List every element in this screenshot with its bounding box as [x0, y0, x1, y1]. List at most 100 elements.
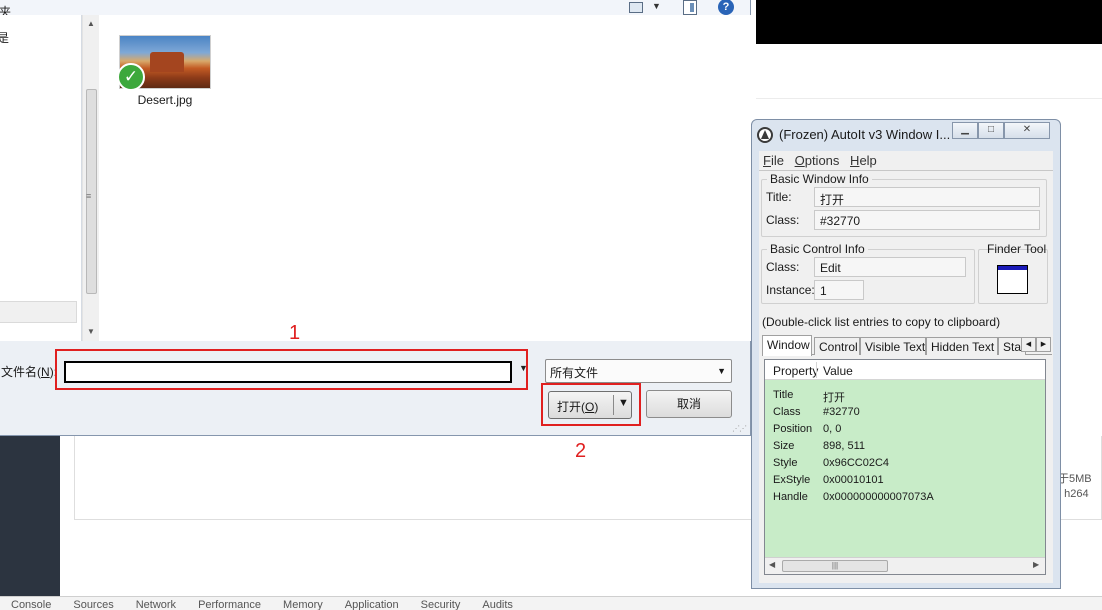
menu-help[interactable]: Help [846, 151, 880, 168]
background-hint-text: 于5MB [1058, 473, 1092, 485]
list-item[interactable]: Title 打开 [765, 389, 1045, 406]
property-list-hscrollbar[interactable]: ◀ ||| ▶ [765, 557, 1045, 574]
window-title-label: Title: [766, 190, 792, 204]
checkmark-icon: ✓ [117, 63, 145, 91]
tab-control[interactable]: Control [814, 337, 860, 355]
menu-options-label: ptions [804, 153, 840, 168]
property-list-header: Property Value [765, 360, 1045, 380]
file-name: Desert.jpg [137, 93, 193, 107]
background-hint-text: : h264 [1058, 488, 1089, 500]
preview-pane-icon[interactable] [683, 0, 697, 15]
thumbnail-rock-shape [150, 52, 184, 72]
list-item[interactable]: Size 898, 511 [765, 440, 1045, 457]
list-item[interactable]: Style 0x96CC02C4 [765, 457, 1045, 474]
menu-help-label: elp [859, 153, 877, 168]
close-icon[interactable]: ✕ [1004, 122, 1050, 139]
file-type-value: 所有文件 [550, 366, 599, 380]
file-item[interactable]: ✓ Desert.jpg [117, 35, 213, 117]
autoit-window: (Frozen) AutoIt v3 Window I... ▁ □ ✕ Fil… [751, 119, 1061, 589]
menu-options-hotkey: O [794, 153, 805, 168]
instance-label: Instance: [766, 283, 815, 297]
list-item[interactable]: ExStyle 0x00010101 [765, 474, 1045, 491]
annotation-box-filename [55, 349, 528, 390]
cancel-button[interactable]: 取消 [646, 390, 732, 418]
devtools-tab[interactable]: Memory [272, 597, 334, 610]
devtools-tab[interactable]: Performance [187, 597, 272, 610]
property-name: Class [773, 406, 801, 418]
instance-field[interactable]: 1 [814, 280, 864, 300]
menu-file-hotkey: F [763, 153, 771, 168]
window-class-field[interactable]: #32770 [814, 210, 1040, 230]
finder-tool-label: Finder Tool [987, 242, 1047, 256]
resize-grip-icon[interactable]: ⋰⋰ [732, 424, 747, 433]
autoit-body: Basic Window Info Title: 打开 Class: #3277… [759, 171, 1053, 583]
property-name: Title [773, 389, 794, 401]
nav-pane-box [0, 301, 77, 323]
devtools-tab[interactable]: Network [125, 597, 187, 610]
nav-item-fragment[interactable]: 是 [0, 29, 9, 46]
menu-options[interactable]: Options [791, 151, 843, 168]
help-icon[interactable]: ? [718, 0, 734, 15]
basic-window-info-title: Basic Window Info [767, 172, 872, 186]
column-separator [816, 362, 817, 378]
control-class-field[interactable]: Edit [814, 257, 966, 277]
property-name: ExStyle [773, 474, 811, 486]
window-class-label: Class: [766, 213, 800, 227]
autoit-window-title: (Frozen) AutoIt v3 Window I... [779, 127, 951, 142]
tab-scroll-right-icon[interactable]: ▶ [1036, 337, 1051, 352]
tab-hidden-text[interactable]: Hidden Text [926, 337, 998, 355]
background-sidebar [0, 436, 60, 596]
devtools-tab[interactable]: Security [410, 597, 472, 610]
hscrollbar-thumb[interactable]: ||| [782, 560, 888, 572]
scroll-right-icon[interactable]: ▶ [1033, 560, 1039, 569]
property-value: 0x00010101 [823, 474, 884, 486]
list-item[interactable]: Position 0, 0 [765, 423, 1045, 440]
property-value: 898, 511 [823, 440, 866, 452]
navigation-pane[interactable]: 是 [0, 15, 82, 341]
devtools-tab[interactable]: Application [334, 597, 410, 610]
filename-label-text: 文件名 [1, 365, 38, 379]
filename-label: 文件名(N): [1, 365, 58, 379]
annotation-number: 2 [575, 440, 587, 462]
menu-file[interactable]: File [759, 151, 787, 168]
property-value: 打开 [823, 392, 845, 404]
autoit-logo-icon [757, 127, 773, 143]
column-header-value[interactable]: Value [823, 364, 853, 378]
column-header-property[interactable]: Property [773, 364, 818, 378]
background-topbar [756, 0, 1102, 44]
autoit-menubar: File Options Help [759, 151, 1053, 171]
property-value: 0, 0 [823, 423, 842, 435]
devtools-tab[interactable]: Audits [471, 597, 524, 610]
property-list[interactable]: Property Value Title 打开 Class #32770 Posit… [764, 359, 1046, 575]
list-item[interactable]: Handle 0x000000000007073A [765, 491, 1045, 508]
file-list-area[interactable]: ✓ Desert.jpg [99, 15, 751, 341]
devtools-tab[interactable]: Console [0, 597, 62, 610]
property-name: Style [773, 457, 798, 469]
scroll-left-icon[interactable]: ◀ [769, 560, 775, 569]
list-item[interactable]: Class #32770 [765, 406, 1045, 423]
property-name: Position [773, 423, 813, 435]
tab-scroll-left-icon[interactable]: ◀ [1021, 337, 1036, 352]
scroll-down-icon[interactable]: ▼ [87, 327, 95, 336]
chevron-down-icon: ▼ [717, 366, 726, 376]
navigation-scrollbar[interactable]: ▲ ≡ ▼ [82, 15, 99, 341]
window-title-field[interactable]: 打开 [814, 187, 1040, 207]
tab-window[interactable]: Window [762, 335, 812, 356]
maximize-icon[interactable]: □ [978, 122, 1004, 139]
dialog-toolbar: 夹 ▼ ? [0, 0, 750, 19]
scrollbar-grip-icon: ≡ [86, 191, 92, 201]
scroll-up-icon[interactable]: ▲ [87, 19, 95, 28]
autoit-tabbar: Window Control Visible Text Hidden Text … [762, 335, 1052, 356]
property-name: Size [773, 440, 795, 452]
copy-hint: (Double-click list entries to copy to cl… [762, 315, 1001, 329]
menu-help-hotkey: H [850, 153, 860, 168]
change-view-icon[interactable] [629, 2, 643, 13]
tab-visible-text[interactable]: Visible Text [860, 337, 926, 355]
finder-tool-icon[interactable] [997, 265, 1028, 294]
minimize-icon[interactable]: ▁ [952, 122, 978, 139]
file-type-select[interactable]: 所有文件 ▼ [545, 359, 732, 383]
menu-file-label: ile [770, 153, 784, 168]
view-options-chevron-down-icon[interactable]: ▼ [652, 1, 661, 11]
background-divider [756, 98, 1102, 99]
devtools-tab[interactable]: Sources [62, 597, 124, 610]
